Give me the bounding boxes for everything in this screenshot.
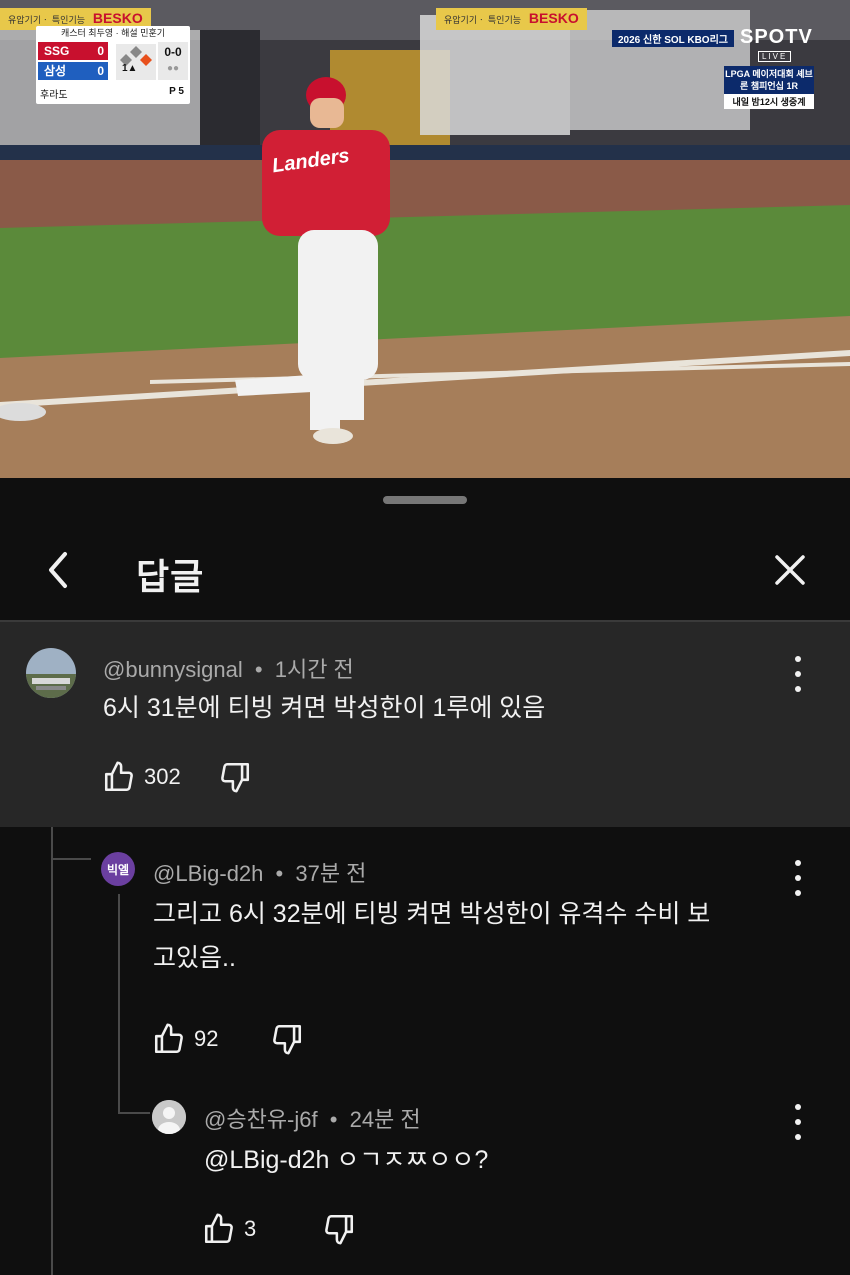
home-score: 0 xyxy=(97,64,104,78)
live-badge: LIVE xyxy=(758,51,792,62)
replies-sheet: 답글 @bunnysignal • 1시간 전 6시 31분에 티빙 켜면 박성… xyxy=(0,480,850,1275)
like-button[interactable]: 92 xyxy=(152,1022,218,1056)
more-options-button[interactable] xyxy=(786,860,810,896)
back-button[interactable] xyxy=(36,546,80,594)
avatar-text: 빅엘 xyxy=(106,862,130,877)
comment-item[interactable]: @bunnysignal • 1시간 전 6시 31분에 티빙 켜면 박성한이 … xyxy=(0,622,850,827)
pitch-count: P 5 xyxy=(169,86,184,97)
promo-time: 내일 밤12시 생중계 xyxy=(724,94,814,109)
bases-diamond-icon xyxy=(116,44,156,80)
comment-meta: @승찬유-j6f • 24분 전 xyxy=(204,1102,421,1134)
away-score: 0 xyxy=(97,44,104,58)
scoreboard-away: SSG 0 xyxy=(38,42,108,60)
meta-dot: • xyxy=(254,657,263,682)
chevron-left-icon xyxy=(49,552,67,588)
comment-time: 24분 전 xyxy=(349,1107,421,1132)
count-text: 0-0 xyxy=(164,45,182,59)
league-label: 2026 신한 SOL KBO리그 xyxy=(612,30,734,47)
like-button[interactable]: 3 xyxy=(202,1212,256,1246)
avatar[interactable] xyxy=(26,648,76,698)
comment-time: 1시간 전 xyxy=(274,657,354,682)
comment-text-line2: 고있음.. xyxy=(153,944,236,972)
ball-count: 0-0 ●● xyxy=(158,42,188,80)
ad-banner-sub: 유압기기ㆍ 특인기능 xyxy=(8,15,86,25)
like-button[interactable]: 302 xyxy=(102,760,181,794)
like-count: 302 xyxy=(144,764,181,789)
ad-banner-sub: 유압기기ㆍ 특인기능 xyxy=(444,15,522,25)
reply-item[interactable]: 빅엘 @LBig-d2h • 37분 전 그리고 6시 32분에 티빙 켜면 박… xyxy=(0,840,850,1070)
comment-author[interactable]: @LBig-d2h xyxy=(153,861,263,886)
outs-dots-icon: ●● xyxy=(166,63,180,74)
meta-dot: • xyxy=(329,1107,338,1132)
scoreboard: 캐스터 최두영 · 해설 민훈기 SSG 0 삼성 0 1▲ 0-0 ●● 후라… xyxy=(36,26,190,104)
comment-meta: @LBig-d2h • 37분 전 xyxy=(153,856,366,888)
scoreboard-caster: 캐스터 최두영 · 해설 민훈기 xyxy=(60,28,166,38)
like-count: 3 xyxy=(244,1216,257,1241)
comment-text: @LBig-d2h ㅇㄱㅈㅉㅇㅇ? xyxy=(204,1146,489,1174)
comment-time: 37분 전 xyxy=(295,861,367,886)
comment-author[interactable]: @bunnysignal xyxy=(103,657,243,682)
pitcher-name: 후라도 xyxy=(40,90,68,101)
inning: 1▲ xyxy=(122,63,138,74)
thumbs-up-icon xyxy=(154,1023,183,1054)
like-count: 92 xyxy=(194,1026,219,1051)
meta-dot: • xyxy=(275,861,284,886)
thumbs-up-icon xyxy=(104,761,133,792)
close-button[interactable] xyxy=(768,548,812,592)
promo-label: LPGA 메이저대회 셰브론 챔피언십 1R xyxy=(724,66,814,94)
network-logo: SPOTV xyxy=(740,26,813,48)
video-player[interactable]: 유압기기ㆍ 특인기능 BESKO 유압기기ㆍ 특인기능 BESKO Lander… xyxy=(0,0,850,478)
thumbs-down-icon xyxy=(273,1024,302,1055)
reply-item[interactable]: @승찬유-j6f • 24분 전 @LBig-d2h ㅇㄱㅈㅉㅇㅇ? 3 xyxy=(0,1088,850,1275)
scoreboard-home: 삼성 0 xyxy=(38,62,108,80)
dislike-button[interactable] xyxy=(218,760,252,794)
avatar[interactable]: 빅엘 xyxy=(101,852,135,886)
away-team: SSG xyxy=(44,44,70,58)
thumbs-down-icon xyxy=(325,1214,354,1245)
ad-banner-brand: BESKO xyxy=(92,10,143,26)
sheet-header: 답글 xyxy=(0,524,850,620)
more-options-button[interactable] xyxy=(786,656,810,692)
thumbs-down-icon xyxy=(221,762,250,793)
page-title: 답글 xyxy=(136,556,205,597)
broadcast-overlay: 2026 신한 SOL KBO리그 SPOTV LIVE LPGA 메이저대회 … xyxy=(612,26,814,110)
more-options-button[interactable] xyxy=(786,1104,810,1140)
thumbs-up-icon xyxy=(204,1213,233,1244)
close-icon xyxy=(775,555,805,585)
comment-author[interactable]: @승찬유-j6f xyxy=(204,1107,318,1132)
comment-text: 6시 31분에 티빙 켜면 박성한이 1루에 있음 xyxy=(103,694,546,722)
home-team: 삼성 xyxy=(44,64,67,78)
default-avatar-icon[interactable] xyxy=(152,1100,186,1134)
comment-text-line1: 그리고 6시 32분에 티빙 켜면 박성한이 유격수 수비 보 xyxy=(153,900,711,928)
ad-banner-right: 유압기기ㆍ 특인기능 BESKO xyxy=(436,8,587,30)
sheet-drag-handle[interactable] xyxy=(383,496,467,504)
dislike-button[interactable] xyxy=(322,1212,356,1246)
ad-banner-brand: BESKO xyxy=(528,10,579,26)
comment-meta: @bunnysignal • 1시간 전 xyxy=(103,652,354,684)
dislike-button[interactable] xyxy=(270,1022,304,1056)
